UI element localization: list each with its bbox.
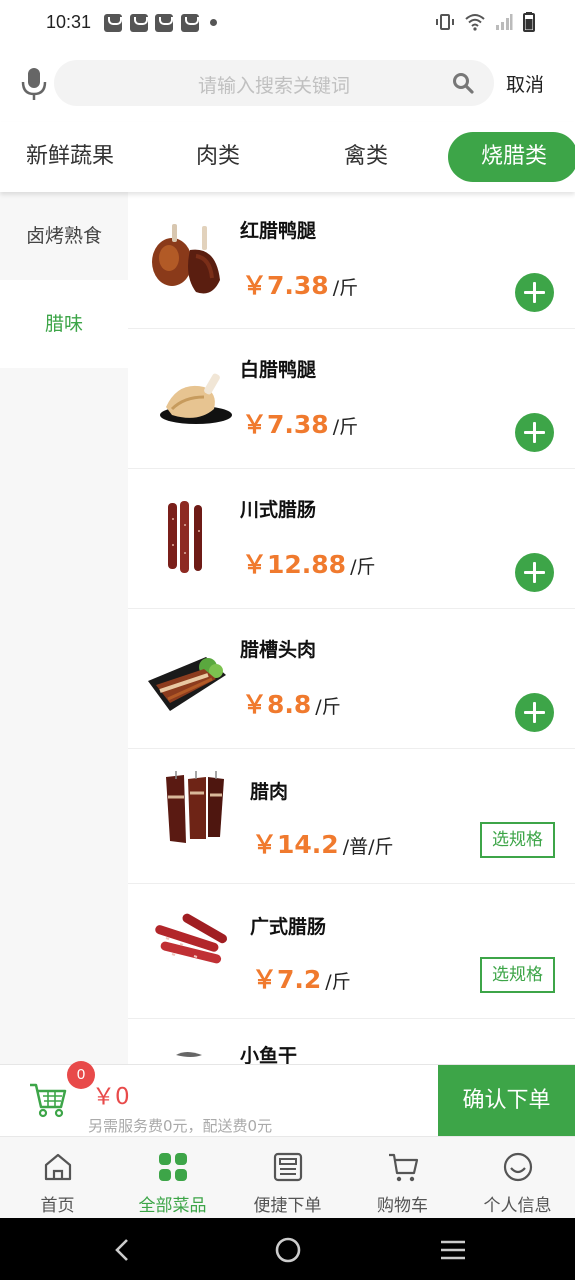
vibrate-icon [436, 14, 454, 30]
product-image-white-cured-duck-leg [160, 373, 232, 424]
tab-poultry[interactable]: 禽类 [344, 138, 388, 170]
nav-cart[interactable]: 购物车 [345, 1137, 460, 1219]
bottom-navigation: 首页 全部菜品 便捷下单 购物车 个人信息 [0, 1136, 575, 1218]
product-list[interactable]: 红腊鸭腿 ￥7.38/斤 白腊鸭腿 ￥7.38/斤 川式腊肠 ￥12.88/斤 [128, 192, 575, 1064]
product-unit: /普/斤 [342, 836, 394, 858]
price-line: ￥7.2/斤 [252, 960, 351, 996]
tab-meat[interactable]: 肉类 [196, 138, 240, 170]
cart-count-badge: 0 [67, 1061, 95, 1089]
search-bar: 请输入搜索关键词 取消 [0, 48, 575, 122]
product-name: 腊槽头肉 [240, 639, 317, 661]
product-item[interactable]: 白腊鸭腿 ￥7.38/斤 [128, 329, 575, 469]
select-spec-button[interactable]: 选规格 [480, 822, 555, 858]
product-image-red-cured-duck-leg [152, 224, 220, 294]
more-notifications-icon [210, 19, 217, 26]
product-name: 白腊鸭腿 [240, 359, 317, 381]
recents-menu-icon[interactable] [439, 1239, 467, 1261]
product-image-sichuan-sausage [168, 501, 202, 573]
nav-home[interactable]: 首页 [0, 1137, 115, 1219]
grid-icon [159, 1153, 187, 1181]
confirm-order-button[interactable]: 确认下单 [438, 1065, 575, 1137]
cart-total: ￥0 [92, 1084, 130, 1110]
price-line: ￥7.38/斤 [242, 405, 358, 441]
product-name: 腊肉 [250, 781, 289, 803]
product-item[interactable]: 川式腊肠 ￥12.88/斤 [128, 469, 575, 609]
nav-all-dishes[interactable]: 全部菜品 [115, 1137, 230, 1219]
product-price: ￥7.38 [242, 410, 329, 439]
product-item[interactable]: 广式腊肠 ￥7.2/斤 选规格 [128, 884, 575, 1019]
sidebar-item-braised-roast[interactable]: 卤烤熟食 [0, 192, 128, 280]
search-placeholder: 请输入搜索关键词 [197, 75, 350, 97]
tab-roast-cured[interactable]: 烧腊类 [448, 132, 575, 182]
back-icon[interactable] [112, 1238, 132, 1262]
add-to-cart-button[interactable] [515, 273, 554, 312]
subcategory-sidebar: 卤烤熟食 腊味 [0, 192, 128, 1064]
product-price: ￥14.2 [252, 830, 339, 859]
price-line: ￥8.8/斤 [242, 685, 341, 721]
product-unit: /斤 [332, 416, 359, 438]
category-tabs: 新鲜蔬果 肉类 禽类 烧腊类 [0, 122, 575, 192]
product-price: ￥7.2 [252, 965, 322, 994]
product-price: ￥8.8 [242, 690, 312, 719]
sidebar-item-cured[interactable]: 腊味 [0, 280, 128, 368]
shopping-bag-notification-icon [130, 14, 148, 32]
product-name: 小鱼干 [240, 1045, 298, 1064]
product-name: 红腊鸭腿 [240, 220, 317, 242]
search-icon[interactable] [452, 72, 474, 94]
add-to-cart-button[interactable] [515, 553, 554, 592]
price-line: ￥14.2/普/斤 [252, 825, 394, 861]
shopping-cart-icon[interactable] [28, 1079, 68, 1119]
product-item[interactable]: 红腊鸭腿 ￥7.38/斤 [128, 192, 575, 329]
price-line: ￥12.88/斤 [242, 545, 375, 581]
microphone-icon[interactable] [20, 66, 48, 102]
product-name: 川式腊肠 [240, 499, 317, 521]
smiley-icon [503, 1152, 533, 1182]
nav-label: 首页 [40, 1196, 75, 1216]
nav-label: 便捷下单 [253, 1196, 322, 1216]
home-icon [44, 1153, 72, 1181]
nav-label: 全部菜品 [138, 1196, 207, 1216]
shopping-bag-notification-icon [155, 14, 173, 32]
product-item[interactable]: 腊肉 ￥14.2/普/斤 选规格 [128, 749, 575, 884]
product-unit: /斤 [350, 556, 376, 578]
status-time: 10:31 [46, 12, 92, 32]
product-unit: /斤 [332, 277, 359, 299]
product-image-dried-small-fish [176, 1052, 202, 1057]
product-unit: /斤 [325, 971, 351, 993]
product-image-cantonese-sausage [155, 913, 228, 964]
status-bar: 10:31 [0, 0, 575, 48]
product-price: ￥7.38 [242, 271, 329, 300]
add-to-cart-button[interactable] [515, 413, 554, 452]
product-item[interactable]: 小鱼干 [128, 1019, 575, 1064]
nav-label: 购物车 [377, 1196, 428, 1216]
search-input[interactable]: 请输入搜索关键词 [54, 60, 494, 106]
select-spec-button[interactable]: 选规格 [480, 957, 555, 993]
shopping-bag-notification-icon [181, 14, 199, 32]
cancel-button[interactable]: 取消 [506, 70, 544, 97]
price-line: ￥7.38/斤 [242, 266, 358, 302]
system-navigation-bar [0, 1218, 575, 1280]
tab-fresh-produce[interactable]: 新鲜蔬果 [26, 138, 114, 170]
product-name: 广式腊肠 [250, 916, 327, 938]
nav-label: 个人信息 [483, 1196, 552, 1216]
product-unit: /斤 [315, 696, 341, 718]
product-image-cured-pork-jowl [148, 657, 226, 711]
shopping-bag-notification-icon [104, 14, 122, 32]
add-to-cart-button[interactable] [515, 693, 554, 732]
fee-note: 另需服务费0元，配送费0元 [88, 1117, 273, 1135]
product-image-cured-pork [166, 771, 224, 843]
battery-icon [523, 12, 535, 32]
cart-icon [389, 1153, 419, 1182]
home-circle-icon[interactable] [274, 1236, 302, 1264]
nav-profile[interactable]: 个人信息 [460, 1137, 575, 1219]
cart-summary-bar: 0 ￥0 另需服务费0元，配送费0元 确认下单 [0, 1061, 575, 1137]
product-item[interactable]: 腊槽头肉 ￥8.8/斤 [128, 609, 575, 749]
wifi-icon [465, 14, 485, 31]
nav-quick-order[interactable]: 便捷下单 [230, 1137, 345, 1219]
quick-order-icon [273, 1152, 303, 1182]
product-price: ￥12.88 [242, 550, 347, 579]
signal-icon [496, 14, 513, 30]
